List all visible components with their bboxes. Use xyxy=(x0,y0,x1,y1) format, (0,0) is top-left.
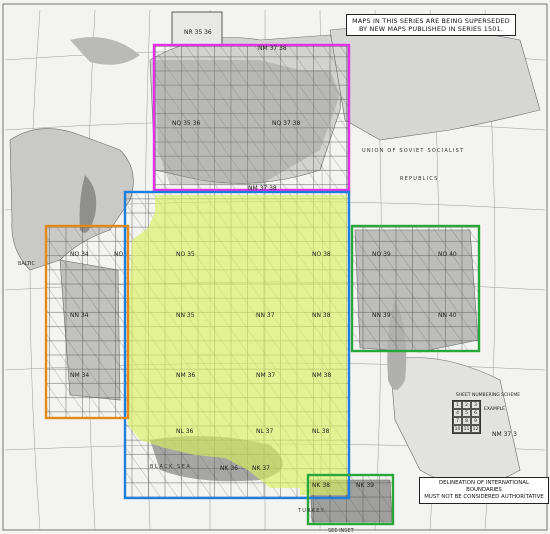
place-label: BALTIC xyxy=(18,261,35,267)
place-label: TURKEY xyxy=(297,508,325,514)
index-map: NR 35 36 NM 37 38 NQ 35 36 NQ 37 38 NM 3… xyxy=(0,0,550,534)
sheet-label: NK 36 xyxy=(220,465,238,472)
sheet-numbering-scheme: SHEET NUMBERING SCHEME 1 2 3 4 5 6 7 8 9 10 11 12 E… xyxy=(452,393,524,438)
scheme-cell: 10 xyxy=(453,425,462,433)
sheet-label: NQ 35 36 xyxy=(172,120,200,127)
sheet-label: NN 39 xyxy=(372,312,391,319)
disclaimer-line: MUST NOT BE CONSIDERED AUTHORITATIVE xyxy=(424,494,544,500)
sheet-label: NO 39 xyxy=(372,251,391,258)
disclaimer-line: DELINEATION OF INTERNATIONAL BOUNDARIES xyxy=(438,480,529,493)
nr-sheet: NR 35 36 xyxy=(171,11,223,47)
sheet-label: NN 34 xyxy=(70,312,89,319)
sheet-label: NK 37 xyxy=(252,465,270,472)
sheet-label: NL 37 xyxy=(256,428,274,435)
scheme-cell: 2 xyxy=(462,401,471,409)
sheet-label: NM 37 xyxy=(256,372,275,379)
scheme-cell: 6 xyxy=(471,409,480,417)
scheme-cell: 12 xyxy=(471,425,480,433)
sheet-label: NL 36 xyxy=(176,428,194,435)
sheet-label: NN 40 xyxy=(438,312,457,319)
scheme-cell: 3 xyxy=(471,401,480,409)
sheet-label: NK 39 xyxy=(356,482,374,489)
scheme-label: NM 37 3 xyxy=(492,431,517,438)
sheet-label: NN 38 xyxy=(312,312,331,319)
scheme-cell: 11 xyxy=(462,425,471,433)
sheet-label: NM 36 xyxy=(176,372,195,379)
sheet-label: NO 35 xyxy=(176,251,195,258)
sheet-label: NL 38 xyxy=(312,428,330,435)
sheet-label: NK 38 xyxy=(312,482,330,489)
grid-east xyxy=(352,227,478,351)
notice-line: BY NEW MAPS PUBLISHED IN SERIES 1501. xyxy=(358,25,504,33)
sheet-label: NM 34 xyxy=(70,372,89,379)
sheet-label: NO 40 xyxy=(438,251,457,258)
sheet-label: NO 38 xyxy=(312,251,331,258)
place-label: BLACK SEA xyxy=(150,464,191,470)
sheet-label: NO xyxy=(114,251,123,258)
notice-line: MAPS IN THIS SERIES ARE BEING SUPERSEDED xyxy=(352,17,510,25)
scheme-grid: 1 2 3 4 5 6 7 8 9 10 11 12 xyxy=(452,400,481,434)
sheet-label: NM 37 38 xyxy=(248,185,277,192)
scheme-title: SHEET NUMBERING SCHEME xyxy=(455,393,521,398)
supersede-notice: MAPS IN THIS SERIES ARE BEING SUPERSEDED… xyxy=(346,14,516,36)
sheet-label: NM 38 xyxy=(312,372,331,379)
boundary-disclaimer: DELINEATION OF INTERNATIONAL BOUNDARIES … xyxy=(419,477,549,504)
scheme-example: EXAMPLE xyxy=(484,407,505,412)
sheet-label: NN 37 xyxy=(256,312,275,319)
scheme-cell: 5 xyxy=(462,409,471,417)
sheet-label: NQ 37 38 xyxy=(272,120,300,127)
nr-sheet-label: NR 35 36 xyxy=(184,29,212,36)
bottom-label: SEE INSET xyxy=(328,528,355,534)
place-label: UNION OF SOVIET SOCIALIST xyxy=(362,148,464,154)
place-label: REPUBLICS xyxy=(400,176,438,182)
scheme-cell: 4 xyxy=(453,409,462,417)
sheet-label: NN 35 xyxy=(176,312,195,319)
scheme-cell: 1 xyxy=(453,401,462,409)
scheme-cell: 8 xyxy=(462,417,471,425)
sheet-label: NM 37 38 xyxy=(258,45,287,52)
scheme-cell: 7 xyxy=(453,417,462,425)
scheme-cell: 9 xyxy=(471,417,480,425)
sheet-label: NO 34 xyxy=(70,251,89,258)
